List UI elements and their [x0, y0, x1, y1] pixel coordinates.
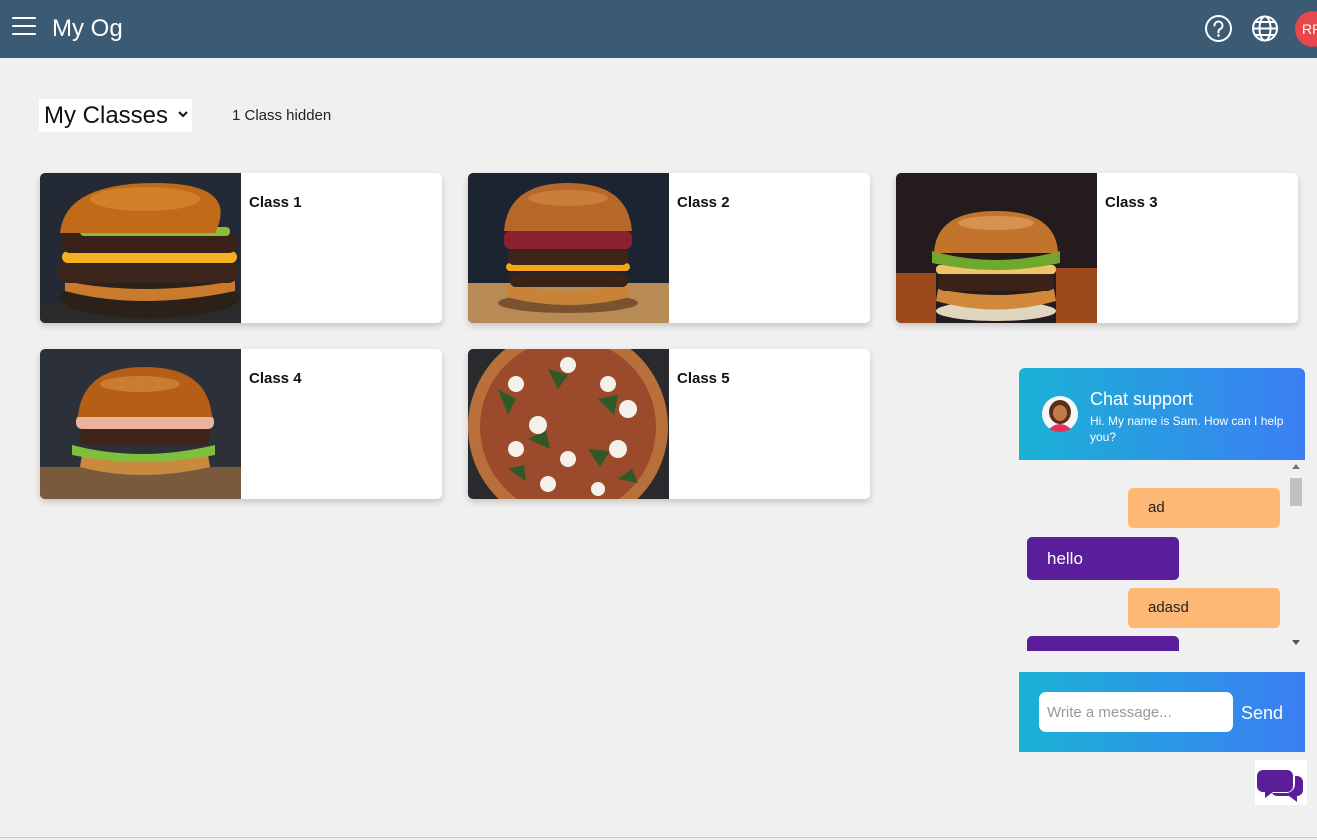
user-message: ad	[1128, 488, 1280, 528]
user-avatar[interactable]: RP	[1295, 11, 1317, 47]
chat-message-list[interactable]: ad hello adasd hello	[1019, 460, 1305, 651]
globe-icon[interactable]	[1251, 14, 1279, 43]
chat-toggle-button[interactable]	[1255, 760, 1307, 805]
class-card[interactable]: Class 1	[40, 173, 442, 323]
chevron-down-icon	[178, 111, 188, 118]
chat-title: Chat support	[1090, 389, 1194, 409]
class-card[interactable]: Class 3	[896, 173, 1298, 323]
class-title: Class 4	[249, 370, 302, 387]
scroll-down-arrow-icon[interactable]	[1292, 640, 1300, 645]
class-filter-select[interactable]: My Classes	[39, 99, 192, 132]
chat-support-panel: Chat support Hi. My name is Sam. How can…	[1019, 368, 1305, 752]
chat-scrollbar[interactable]	[1289, 460, 1303, 651]
scroll-thumb[interactable]	[1290, 478, 1302, 506]
scroll-up-arrow-icon[interactable]	[1292, 464, 1300, 469]
message-input[interactable]	[1039, 692, 1233, 732]
class-title: Class 2	[677, 194, 730, 211]
class-card[interactable]: Class 4	[40, 349, 442, 499]
chat-header: Chat support Hi. My name is Sam. How can…	[1019, 368, 1305, 460]
class-card[interactable]: Class 2	[468, 173, 870, 323]
class-card[interactable]: Class 5	[468, 349, 870, 499]
class-title: Class 3	[1105, 194, 1158, 211]
agent-avatar-icon	[1042, 396, 1078, 432]
menu-icon[interactable]	[12, 17, 36, 39]
chat-bubbles-icon	[1257, 770, 1303, 802]
burger-photo	[896, 173, 1097, 323]
bottom-divider	[0, 837, 1317, 838]
user-message: adasd	[1128, 588, 1280, 628]
agent-message: hello	[1027, 636, 1179, 651]
pizza-photo	[468, 349, 669, 499]
chat-input-bar: Send	[1019, 672, 1305, 752]
hidden-classes-note: 1 Class hidden	[232, 107, 332, 124]
class-title: Class 1	[249, 194, 302, 211]
burger-photo	[40, 349, 241, 499]
app-title: My Og	[52, 15, 123, 42]
top-bar: My Og RP	[0, 0, 1317, 58]
chat-subtitle: Hi. My name is Sam. How can I help you?	[1090, 414, 1284, 444]
burger-photo	[468, 173, 669, 323]
class-title: Class 5	[677, 370, 730, 387]
send-button[interactable]: Send	[1241, 703, 1283, 724]
agent-message: hello	[1027, 537, 1179, 580]
burger-photo	[40, 173, 241, 323]
class-filter-value: My Classes	[44, 102, 169, 129]
help-icon[interactable]	[1204, 14, 1233, 43]
